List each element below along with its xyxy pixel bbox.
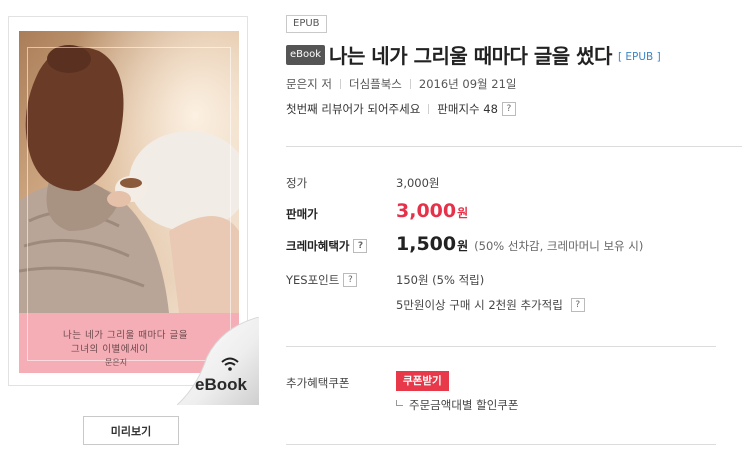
points-label-text: YES포인트 — [286, 273, 340, 287]
meta-divider — [409, 79, 411, 89]
get-coupon-button[interactable]: 쿠폰받기 — [396, 371, 449, 391]
review-divider — [428, 104, 430, 114]
format-link[interactable]: [ EPUB ] — [618, 51, 661, 63]
crema-price-note: (50% 선차감, 크레마머니 보유 시) — [474, 239, 644, 253]
crema-price-label: 크레마혜택가 ? — [286, 238, 368, 254]
meta-row: 문은지 저 더심플북스 2016년 09월 21일 — [286, 76, 516, 92]
sale-price: 3,000 원 — [396, 200, 468, 222]
format-tag: EPUB — [286, 15, 327, 33]
crema-price-label-text: 크레마혜택가 — [286, 239, 350, 253]
first-reviewer-link[interactable]: 첫번째 리뷰어가 되어주세요 — [286, 101, 420, 117]
extra-points-help-icon[interactable]: ? — [570, 298, 585, 312]
author-link[interactable]: 문은지 저 — [286, 76, 332, 92]
ebook-chip: eBook — [286, 44, 326, 65]
crema-price: 1,500 원 (50% 선차감, 크레마머니 보유 시) — [396, 233, 643, 255]
extra-points-text: 5만원이상 구매 시 2천원 추가적립 — [396, 298, 563, 312]
sales-index: 판매지수 48 — [437, 102, 498, 116]
publisher-link[interactable]: 더심플북스 — [349, 76, 402, 92]
wifi-icon — [221, 357, 239, 371]
publish-date: 2016년 09월 21일 — [418, 77, 517, 91]
book-cover-frame[interactable]: 나는 네가 그리울 때마다 글을 그녀의 이별에세이 문은지 eBook — [8, 16, 259, 405]
coupon-label: 추가혜택쿠폰 — [286, 376, 350, 390]
list-price-label: 정가 — [286, 176, 308, 190]
cover-inner-border — [27, 47, 231, 361]
meta-divider — [339, 79, 341, 89]
title-row: eBook 나는 네가 그리울 때마다 글을 썼다 [ EPUB ] — [286, 40, 661, 69]
points-help-icon[interactable]: ? — [343, 273, 358, 287]
coupon-sub-text[interactable]: 주문금액대별 할인쿠폰 — [409, 397, 518, 413]
extra-points-row: 5만원이상 구매 시 2천원 추가적립 ? — [396, 297, 585, 313]
ebook-badge: eBook — [195, 375, 247, 394]
sales-index-help-icon[interactable]: ? — [501, 102, 516, 116]
review-row: 첫번째 리뷰어가 되어주세요 판매지수 48 ? — [286, 101, 516, 117]
book-title: 나는 네가 그리울 때마다 글을 썼다 — [329, 44, 612, 68]
sale-price-value: 3,000 — [396, 200, 457, 222]
sale-price-label: 판매가 — [286, 207, 318, 221]
points-value: 150원 (5% 적립) — [396, 273, 485, 287]
list-price-value: 3,000원 — [396, 176, 440, 190]
preview-button[interactable]: 미리보기 — [83, 416, 179, 445]
points-label: YES포인트 ? — [286, 272, 358, 288]
crema-help-icon[interactable]: ? — [353, 239, 368, 253]
tree-corner-icon — [396, 400, 403, 406]
section-divider — [286, 444, 716, 445]
crema-price-unit: 원 — [457, 239, 469, 253]
crema-price-value: 1,500 — [396, 233, 457, 255]
section-divider — [286, 146, 742, 147]
sale-price-unit: 원 — [457, 206, 469, 220]
cover-author-text: 문은지 — [105, 358, 128, 367]
section-divider — [286, 346, 716, 347]
coupon-sub-item: 주문금액대별 할인쿠폰 — [396, 397, 518, 413]
cover-title-text: 나는 네가 그리울 때마다 글을 그녀의 이별에세이 — [63, 330, 188, 355]
